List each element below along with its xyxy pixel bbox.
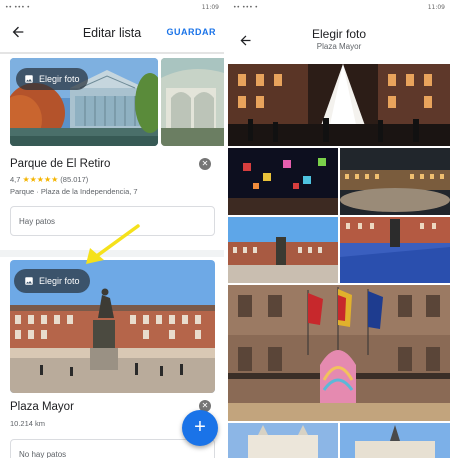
photo-tile[interactable] xyxy=(228,423,338,458)
place-distance: 10.214 km xyxy=(10,419,46,428)
status-time: 11:09 xyxy=(427,3,445,11)
photo-tile[interactable] xyxy=(228,148,338,215)
app-bar: Editar lista GUARDAR xyxy=(0,14,224,52)
place-photo-retiro-2 xyxy=(161,58,224,146)
choose-photo-chip[interactable]: Elegir foto xyxy=(16,68,88,90)
photo-tile[interactable] xyxy=(228,64,450,146)
save-button[interactable]: GUARDAR xyxy=(167,27,217,37)
page-title: Elegir foto xyxy=(311,27,367,41)
choose-photo-label: Elegir foto xyxy=(39,276,80,286)
rating-value: 4,7 xyxy=(10,175,21,184)
place-address: Parque · Plaza de la Independencia, 7 xyxy=(10,187,138,196)
place-name: Parque de El Retiro xyxy=(10,158,111,170)
status-icons-left: •• ••• • xyxy=(233,3,259,11)
choose-photo-screen: •• ••• • 11:09 Elegir foto Plaza Mayor xyxy=(228,0,450,458)
status-bar: •• ••• • 11:09 xyxy=(0,0,224,14)
rating-stars: ★★★★★ xyxy=(22,175,59,184)
choose-photo-label: Elegir foto xyxy=(39,74,80,84)
place-name: Plaza Mayor xyxy=(10,401,74,413)
photo-tile[interactable] xyxy=(340,217,450,283)
review-count: (85.017) xyxy=(60,175,89,184)
edit-list-screen: •• ••• • 11:09 Editar lista GUARDAR Eleg… xyxy=(0,0,224,458)
photo-tile[interactable] xyxy=(228,285,450,421)
image-icon xyxy=(25,75,33,83)
status-time: 11:09 xyxy=(201,3,219,11)
status-icons-left: •• ••• • xyxy=(5,3,31,11)
status-bar: •• ••• • 11:09 xyxy=(228,0,450,14)
photo-tile[interactable] xyxy=(340,423,450,458)
photo-tile[interactable] xyxy=(340,148,450,215)
place-photo-retiro: Elegir foto xyxy=(10,58,158,146)
remove-place-button[interactable]: ✕ xyxy=(199,158,211,170)
add-place-fab[interactable]: + xyxy=(182,410,218,446)
note-field[interactable]: No hay patos xyxy=(10,439,215,458)
place-rating: 4,7 ★★★★★ (85.017) xyxy=(10,175,88,184)
photo-tile[interactable] xyxy=(228,217,338,283)
page-subtitle: Plaza Mayor xyxy=(316,42,362,51)
choose-photo-chip[interactable]: Elegir foto xyxy=(14,269,90,293)
place-card-retiro: Elegir foto Parque de El Retiro 4,7 ★★★★… xyxy=(0,54,224,250)
image-icon xyxy=(25,277,33,285)
place-photo-plaza-mayor: Elegir foto xyxy=(10,260,215,393)
annotation-arrow-icon xyxy=(86,224,140,264)
